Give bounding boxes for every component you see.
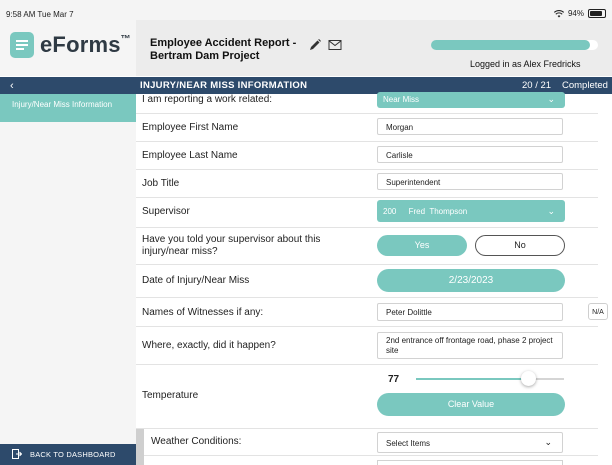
pencil-icon[interactable] (308, 38, 322, 52)
reporting-type-select[interactable]: Near Miss ⌄ (377, 92, 565, 108)
no-button[interactable]: No (475, 235, 565, 256)
app-logo-text: eForms (40, 32, 121, 57)
section-title: INJURY/NEAR MISS INFORMATION (140, 80, 308, 91)
weather-indent (136, 429, 144, 465)
temperature-label: Temperature (142, 390, 199, 401)
last-name-field[interactable]: Carlisle (377, 146, 563, 163)
told-supervisor-label: Have you told your supervisor about this… (142, 234, 321, 257)
next-field-partial (377, 460, 563, 465)
clear-value-button[interactable]: Clear Value (377, 393, 565, 416)
chevron-down-icon: ⌄ (544, 437, 552, 447)
form-title: Employee Accident Report - Bertram Dam P… (150, 37, 297, 62)
status-indicators: 94% (553, 9, 606, 18)
form-logo-icon (10, 32, 34, 58)
job-title-field[interactable]: Superintendent (377, 173, 563, 190)
wifi-icon (553, 9, 564, 17)
reporting-type-value: Near Miss (383, 95, 420, 104)
battery-percent: 94% (567, 9, 584, 18)
last-name-label: Employee Last Name (142, 150, 238, 161)
logout-icon (12, 449, 22, 459)
supervisor-label: Supervisor (142, 206, 190, 217)
mail-icon[interactable] (328, 39, 342, 51)
section-count: 20 / 21 (522, 80, 552, 91)
app-logo-tm: ™ (120, 34, 131, 45)
logged-in-user: Logged in as Alex Fredricks (470, 59, 581, 69)
progress-bar (431, 40, 598, 50)
location-textarea[interactable]: 2nd entrance off frontage road, phase 2 … (377, 332, 563, 359)
progress-fill (431, 40, 590, 50)
job-title-label: Job Title (142, 178, 180, 189)
first-name-field[interactable]: Morgan (377, 118, 563, 135)
witnesses-field[interactable]: Peter Dolittle (377, 303, 563, 321)
date-picker-button[interactable]: 2/23/2023 (377, 269, 565, 292)
temperature-slider[interactable] (416, 371, 564, 386)
first-name-label: Employee First Name (142, 122, 239, 133)
na-button[interactable]: N/A (588, 303, 608, 320)
status-time: 9:58 AM Tue Mar 7 (6, 10, 74, 19)
supervisor-id: 200 (383, 207, 397, 216)
reporting-label: I am reporting a work related: (142, 94, 273, 105)
supervisor-name: Fred Thompson (408, 207, 468, 216)
sidebar (0, 94, 136, 444)
back-to-dashboard-label: BACK TO DASHBOARD (30, 450, 116, 459)
weather-label: Weather Conditions: (151, 436, 242, 447)
battery-icon (588, 9, 606, 18)
location-label: Where, exactly, did it happen? (142, 340, 276, 351)
chevron-down-icon: ⌄ (547, 94, 555, 104)
supervisor-select[interactable]: 200 Fred Thompson ⌄ (377, 200, 565, 222)
yes-button[interactable]: Yes (377, 235, 467, 256)
weather-placeholder: Select Items (386, 439, 431, 448)
section-status: Completed (562, 80, 608, 91)
date-label: Date of Injury/Near Miss (142, 275, 250, 286)
app-logo: eForms™ (40, 32, 131, 58)
witnesses-label: Names of Witnesses if any: (142, 307, 264, 318)
temperature-slider-fill (416, 378, 529, 380)
temperature-value: 77 (388, 374, 400, 385)
chevron-down-icon: ⌄ (547, 206, 555, 216)
status-bar (0, 0, 612, 20)
sidebar-item-label: Injury/Near Miss Information (12, 100, 113, 109)
chevron-left-icon[interactable]: ‹ (10, 80, 14, 92)
weather-select[interactable]: Select Items ⌄ (377, 432, 563, 453)
